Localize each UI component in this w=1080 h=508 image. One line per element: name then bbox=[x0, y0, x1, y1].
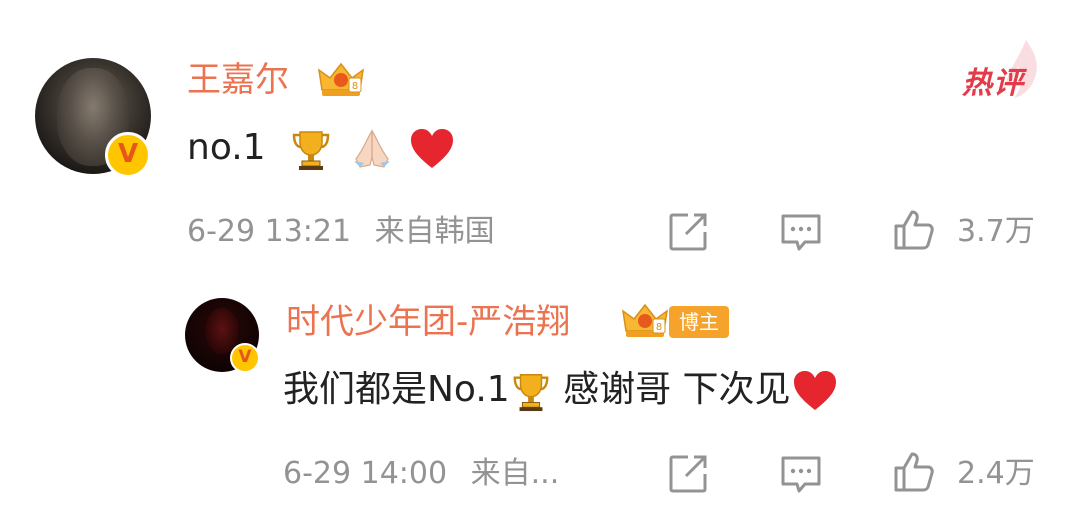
red-heart-icon bbox=[410, 129, 453, 168]
comment-like-count: 3.7万 bbox=[957, 214, 1035, 249]
crown-badge-icon[interactable]: 8 bbox=[316, 60, 366, 100]
red-heart-icon bbox=[793, 371, 836, 410]
comment-username[interactable]: 王嘉尔 bbox=[187, 58, 289, 102]
verified-badge-icon: V bbox=[105, 132, 151, 178]
like-icon[interactable] bbox=[892, 450, 936, 494]
comment-icon[interactable] bbox=[779, 452, 823, 496]
share-icon[interactable] bbox=[666, 210, 710, 254]
svg-text:8: 8 bbox=[352, 81, 358, 92]
like-icon[interactable] bbox=[892, 208, 936, 252]
comment-icon[interactable] bbox=[779, 210, 823, 254]
crown-badge-icon[interactable]: 8 bbox=[620, 301, 670, 341]
trophy-icon bbox=[292, 131, 330, 170]
share-icon[interactable] bbox=[666, 452, 710, 496]
reply-like-count: 2.4万 bbox=[957, 456, 1035, 491]
reply-text: 我们都是No.1 感谢哥 下次见 bbox=[283, 366, 839, 414]
reply-time: 6-29 14:00 bbox=[283, 456, 448, 491]
trophy-icon bbox=[513, 374, 549, 412]
verified-badge-icon: V bbox=[230, 343, 260, 373]
svg-text:8: 8 bbox=[656, 322, 662, 333]
blogger-tag: 博主 bbox=[669, 306, 729, 338]
hot-review-label: 热评 bbox=[962, 66, 1024, 101]
comment-location: 来自韩国 bbox=[374, 214, 495, 249]
comment-time: 6-29 13:21 bbox=[187, 214, 352, 249]
reply-location: 来自... bbox=[470, 456, 560, 491]
reply-meta: 6-29 14:00 来自... bbox=[283, 454, 559, 494]
comment-text: no.1 bbox=[187, 124, 456, 172]
reply-username[interactable]: 时代少年团-严浩翔 bbox=[286, 300, 570, 344]
comment-meta: 6-29 13:21 来自韩国 bbox=[187, 212, 495, 252]
praying-hands-icon bbox=[354, 129, 391, 168]
